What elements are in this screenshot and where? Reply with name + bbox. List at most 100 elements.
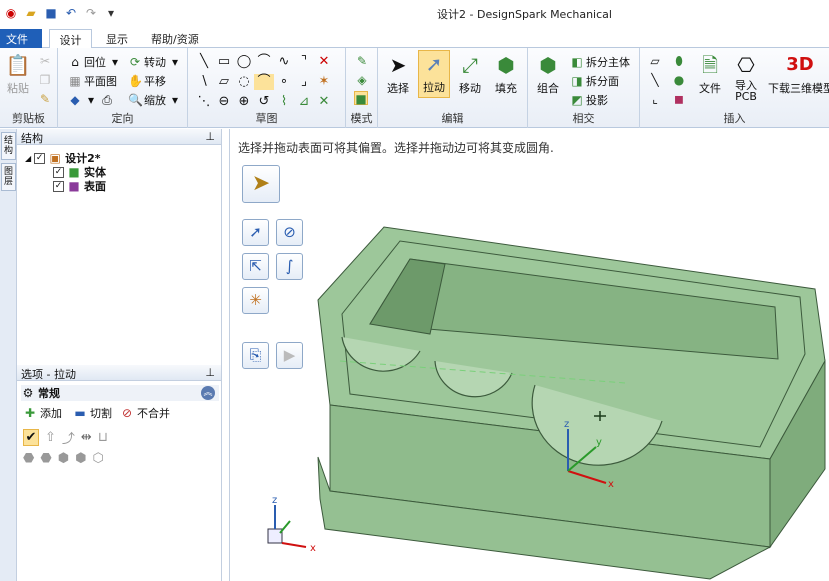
arc-icon[interactable]: ⌒ bbox=[254, 54, 274, 70]
option-d-icon[interactable]: ⬢ bbox=[75, 451, 86, 466]
construction-line-icon[interactable]: ⋱ bbox=[194, 94, 214, 110]
spline-icon[interactable]: ∿ bbox=[274, 54, 294, 70]
three-point-circle-icon[interactable]: ⊕ bbox=[234, 94, 254, 110]
structure-panel: 结构 ⊥ ◢ ✓ ▣ 设计2* ✓ ■ 实体 ✓ ■ 表面 bbox=[17, 129, 222, 365]
home-button[interactable]: ⌂ 回位 ▾ bbox=[68, 54, 122, 70]
surface-checkbox[interactable]: ✓ bbox=[53, 180, 64, 192]
select-button[interactable]: ➤ 选择 bbox=[382, 52, 414, 96]
cube-icon: ◆ bbox=[70, 93, 80, 107]
no-merge-option[interactable]: ⊘ 不合并 bbox=[120, 405, 170, 421]
plan-view-button[interactable]: ▦ 平面图 bbox=[68, 73, 117, 89]
fill-button[interactable]: ⬢ 填充 bbox=[490, 52, 522, 96]
cut-option[interactable]: ▬ 切割 bbox=[73, 405, 112, 421]
pan-button[interactable]: ✋ 平移 bbox=[128, 73, 166, 89]
3d-mode-icon[interactable]: ■ bbox=[354, 91, 368, 106]
view-cube-button[interactable]: ◆ ▾ ⎙ bbox=[68, 92, 114, 108]
option-a-icon[interactable]: ⬣ bbox=[23, 451, 34, 466]
point-icon[interactable]: ∘ bbox=[274, 74, 294, 90]
option-c-icon[interactable]: ⬢ bbox=[58, 451, 69, 466]
pull-icon: ➚ bbox=[425, 52, 443, 76]
side-tab-structure[interactable]: 结构 bbox=[1, 132, 16, 160]
tab-help[interactable]: 帮助/资源 bbox=[145, 29, 209, 48]
surface-label: 表面 bbox=[84, 180, 106, 193]
rectangle-icon[interactable]: ▭ bbox=[214, 54, 234, 70]
delete-icon[interactable]: ✕ bbox=[314, 94, 334, 110]
gear-icon: ⚙ bbox=[22, 386, 34, 400]
tangent-line-icon[interactable]: ∖ bbox=[194, 74, 214, 90]
pull-button[interactable]: ➚ 拉动 bbox=[418, 50, 450, 98]
pcb-icon: ⎔ bbox=[737, 53, 755, 77]
up-to-icon[interactable]: ⇧ bbox=[45, 430, 56, 445]
sweep-arc-icon[interactable]: ⌒ bbox=[254, 74, 274, 90]
section-general[interactable]: ⚙ 常规 ︽ bbox=[21, 385, 219, 401]
combine-icon: ⬢ bbox=[539, 53, 557, 77]
format-painter-icon[interactable]: ✎ bbox=[38, 92, 52, 106]
group-edit: ➤ 选择 ➚ 拉动 ⤢ 移动 ⬢ 填充 编辑 bbox=[378, 48, 528, 128]
tab-design[interactable]: 设计 bbox=[49, 29, 92, 48]
tab-file[interactable]: 文件(F) bbox=[0, 29, 42, 60]
rotate-button[interactable]: ⟳ 转动 ▾ bbox=[128, 54, 182, 70]
axis-icon[interactable]: ╲ bbox=[648, 73, 662, 87]
paste-icon: 📋 bbox=[5, 53, 31, 77]
move-button[interactable]: ⤢ 移动 bbox=[454, 52, 486, 96]
group-clipboard: 📋 粘贴 ✂ ❐ ✎ 剪贴板 bbox=[0, 48, 58, 128]
add-option[interactable]: ✚ 添加 bbox=[23, 405, 62, 421]
pin-icon[interactable]: ⊥ bbox=[205, 130, 215, 143]
side-tab-layers[interactable]: 图层 bbox=[1, 163, 16, 191]
revolve-icon[interactable]: ⤴ bbox=[62, 428, 75, 447]
mirror-icon[interactable]: ⊿ bbox=[294, 94, 314, 110]
world-origin-cube[interactable] bbox=[267, 528, 283, 544]
bend-icon[interactable]: ⌇ bbox=[274, 94, 294, 110]
split-body-button[interactable]: ◧ 拆分主体 bbox=[570, 54, 630, 70]
line-icon[interactable]: ╲ bbox=[194, 54, 214, 70]
3d-model-icon: 3D bbox=[786, 54, 814, 75]
pull-direction-icon[interactable]: ✔ bbox=[23, 429, 39, 446]
cut-icon[interactable]: ✂ bbox=[38, 54, 52, 68]
paste-button[interactable]: 📋 粘贴 bbox=[2, 52, 34, 96]
corner-icon[interactable]: ⌝ bbox=[294, 54, 314, 70]
pin-icon[interactable]: ⊥ bbox=[205, 366, 215, 379]
origin-icon[interactable]: ⌞ bbox=[648, 92, 662, 106]
extend-icon[interactable]: ✶ bbox=[314, 74, 334, 90]
option-b-icon[interactable]: ⬣ bbox=[40, 451, 51, 466]
zoom-button[interactable]: 🔍 缩放 ▾ bbox=[128, 92, 182, 108]
cylinder-icon[interactable]: ⬮ bbox=[672, 54, 686, 68]
model-canvas[interactable]: z x z x y bbox=[230, 129, 829, 581]
plane-icon[interactable]: ▱ bbox=[648, 54, 662, 68]
design-viewport[interactable]: 选择并拖动表面可将其偏置。选择并拖动边可将其变成圆角. ➤ ➚ ⊘ ⇱ ∫ ✳ … bbox=[229, 129, 829, 581]
group-label-mode: 模式 bbox=[350, 112, 373, 125]
slot-icon[interactable]: ⊖ bbox=[214, 94, 234, 110]
both-sides-icon[interactable]: ⇹ bbox=[81, 430, 92, 445]
copy-icon[interactable]: ❐ bbox=[38, 73, 52, 87]
collapse-icon[interactable]: ︽ bbox=[201, 386, 215, 400]
file-label: 文件 bbox=[699, 82, 721, 95]
sphere-icon[interactable]: ● bbox=[672, 73, 686, 87]
circle-icon[interactable]: ◯ bbox=[234, 54, 254, 70]
ruler-icon[interactable]: ⊔ bbox=[98, 430, 108, 445]
combine-button[interactable]: ⬢ 组合 bbox=[532, 52, 564, 96]
polygon-icon[interactable]: ▱ bbox=[214, 74, 234, 90]
ellipse-icon[interactable]: ◌ bbox=[234, 74, 254, 90]
world-y-axis bbox=[279, 520, 291, 534]
project-button[interactable]: ◩ 投影 bbox=[570, 92, 608, 108]
import-pcb-button[interactable]: ⎔ 导入 PCB bbox=[730, 52, 762, 102]
expand-icon[interactable]: ◢ bbox=[25, 154, 31, 163]
split-face-button[interactable]: ◨ 拆分面 bbox=[570, 73, 619, 89]
three-point-arc-icon[interactable]: ↺ bbox=[254, 94, 274, 110]
section-mode-icon[interactable]: ◈ bbox=[355, 73, 369, 87]
tree-item-surface[interactable]: ✓ ■ 表面 bbox=[53, 178, 106, 194]
minus-icon: ▬ bbox=[74, 406, 86, 420]
file-button[interactable]: 🗎 文件 bbox=[694, 52, 726, 96]
world-x-label: x bbox=[310, 543, 316, 554]
zoom-icon: 🔍 bbox=[128, 93, 143, 107]
plan-view-icon: ▦ bbox=[69, 74, 81, 88]
option-e-icon[interactable]: ⬡ bbox=[92, 451, 103, 466]
sketch-mode-icon[interactable]: ✎ bbox=[355, 54, 369, 68]
solid-checkbox[interactable]: ✓ bbox=[53, 166, 64, 178]
shell-icon[interactable]: ◼ bbox=[672, 92, 686, 106]
download-3d-button[interactable]: 3D 下载三维模型 bbox=[768, 52, 829, 96]
offset-icon[interactable]: ⌟ bbox=[294, 74, 314, 90]
tab-display[interactable]: 显示 bbox=[100, 29, 136, 48]
trim-icon[interactable]: ✕ bbox=[314, 54, 334, 70]
root-checkbox[interactable]: ✓ bbox=[34, 152, 46, 164]
